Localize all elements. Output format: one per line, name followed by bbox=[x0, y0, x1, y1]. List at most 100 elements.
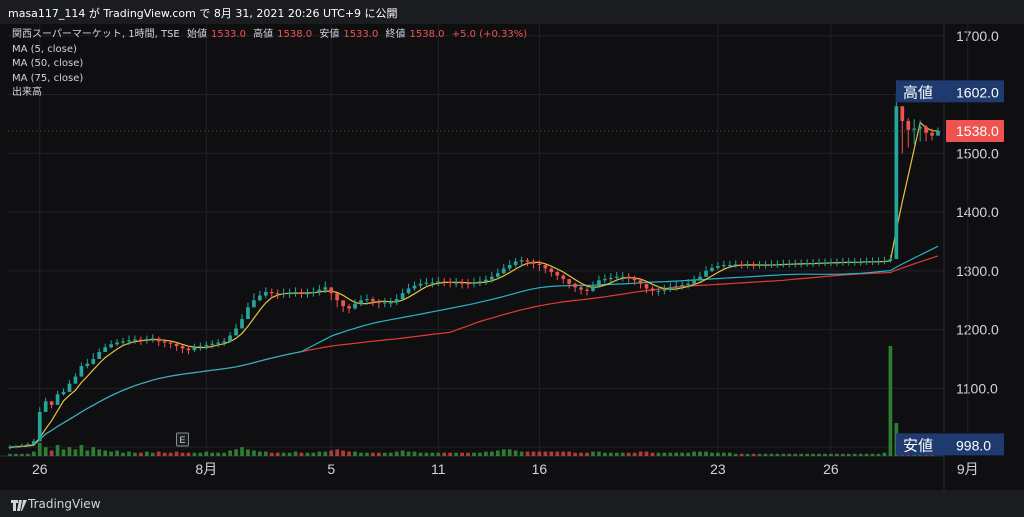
volume-bar bbox=[418, 452, 423, 456]
y-tick-label: 1500.0 bbox=[956, 145, 999, 161]
candle-body bbox=[436, 281, 441, 283]
candle-body bbox=[115, 342, 119, 345]
candle-body bbox=[144, 339, 149, 341]
volume-bar bbox=[501, 449, 506, 456]
volume-bar bbox=[543, 451, 548, 456]
x-tick-label: 23 bbox=[710, 461, 726, 477]
volume-bar bbox=[472, 452, 476, 456]
volume-bar bbox=[287, 452, 292, 456]
volume-bar bbox=[79, 445, 84, 456]
candle-body bbox=[168, 342, 173, 344]
volume-bar bbox=[8, 453, 12, 456]
volume-bar bbox=[293, 451, 298, 456]
volume-bar bbox=[228, 450, 232, 456]
candle-body bbox=[912, 128, 917, 130]
legend-volume[interactable]: 出来高 bbox=[12, 86, 531, 101]
candle-body bbox=[888, 259, 893, 261]
candle-body bbox=[359, 300, 363, 304]
candle-body bbox=[555, 272, 560, 276]
volume-bar bbox=[424, 452, 429, 456]
volume-bar bbox=[430, 452, 435, 456]
volume-bar bbox=[561, 451, 566, 456]
volume-bar bbox=[150, 452, 155, 456]
volume-bar bbox=[704, 451, 708, 456]
volume-bar bbox=[299, 452, 304, 456]
high-price-tag-value: 1602.0 bbox=[956, 84, 999, 100]
volume-bar bbox=[763, 453, 768, 456]
legend-ohlc-row: 関西スーパーマーケット, 1時間, TSE 始値 1533.0 高値 1538.0 … bbox=[12, 28, 531, 43]
candle-body bbox=[799, 263, 804, 265]
volume-bar bbox=[31, 451, 36, 456]
y-tick-label: 1400.0 bbox=[956, 204, 999, 220]
volume-bar bbox=[323, 451, 328, 456]
candle bbox=[37, 407, 42, 442]
candle-body bbox=[620, 276, 625, 278]
volume-bar bbox=[436, 452, 441, 456]
volume-bar bbox=[180, 452, 185, 456]
candle-body bbox=[787, 263, 792, 265]
candle-body bbox=[424, 282, 429, 284]
volume-bar bbox=[281, 452, 286, 456]
volume-bar bbox=[412, 451, 417, 456]
volume-bar bbox=[252, 450, 256, 456]
volume-bar bbox=[662, 452, 667, 456]
candle-body bbox=[597, 280, 601, 287]
candle-body bbox=[258, 295, 262, 301]
volume-bar bbox=[603, 452, 607, 456]
candle-body bbox=[906, 120, 911, 130]
candle-body bbox=[733, 264, 738, 266]
volume-bar bbox=[263, 451, 268, 456]
volume-bar bbox=[133, 452, 137, 456]
volume-bar bbox=[275, 452, 280, 456]
volume-bar bbox=[466, 452, 470, 456]
x-tick-label: 26 bbox=[823, 461, 839, 477]
x-tick-label: 26 bbox=[32, 461, 48, 477]
candle-body bbox=[656, 290, 661, 292]
candle-body bbox=[472, 282, 476, 284]
volume-bar bbox=[97, 449, 102, 456]
candle-body bbox=[103, 347, 108, 352]
candle-body bbox=[478, 281, 482, 283]
publish-header: masa117_114 が TradingView.com で 8月 31, 2… bbox=[0, 0, 1024, 24]
volume-bar bbox=[216, 452, 221, 456]
volume-bar bbox=[852, 453, 857, 456]
candle-body bbox=[79, 366, 84, 377]
candle-body bbox=[180, 346, 185, 349]
candle-body bbox=[644, 283, 649, 289]
volume-bar bbox=[365, 452, 369, 456]
low-price-tag-value: 998.0 bbox=[956, 437, 991, 453]
legend-ma5[interactable]: MA (5, close) bbox=[12, 43, 531, 58]
candle-body bbox=[680, 284, 685, 287]
volume-bar bbox=[882, 452, 887, 456]
legend-ma50[interactable]: MA (50, close) bbox=[12, 57, 531, 72]
volume-bar bbox=[347, 451, 351, 456]
candle-body bbox=[858, 262, 863, 264]
volume-bar bbox=[870, 453, 875, 456]
volume-bar bbox=[109, 451, 113, 456]
volume-bar bbox=[864, 453, 869, 456]
candle-body bbox=[210, 343, 215, 345]
candle-body bbox=[716, 266, 720, 268]
earnings-event-label: E bbox=[180, 435, 186, 445]
legend-ma75[interactable]: MA (75, close) bbox=[12, 72, 531, 87]
candle-body bbox=[466, 283, 470, 285]
volume-bar bbox=[549, 451, 554, 456]
candle-body bbox=[882, 260, 887, 262]
legend-high-label: 高値 bbox=[253, 29, 274, 40]
volume-bar bbox=[751, 453, 756, 456]
candle-body bbox=[418, 283, 423, 286]
candle-body bbox=[490, 276, 494, 280]
volume-bar bbox=[192, 452, 197, 456]
x-tick-label: 16 bbox=[532, 461, 548, 477]
candle-body bbox=[757, 264, 762, 266]
candle-body bbox=[150, 338, 155, 340]
candle-body bbox=[543, 264, 548, 269]
candle-body bbox=[537, 263, 542, 265]
publish-header-text: masa117_114 が TradingView.com で 8月 31, 2… bbox=[8, 7, 398, 20]
candle-body bbox=[347, 306, 351, 309]
y-tick-label: 1200.0 bbox=[956, 322, 999, 338]
volume-bar bbox=[49, 450, 54, 456]
volume-bar bbox=[460, 452, 464, 456]
volume-bar bbox=[876, 453, 881, 456]
volume-bar bbox=[835, 453, 839, 456]
